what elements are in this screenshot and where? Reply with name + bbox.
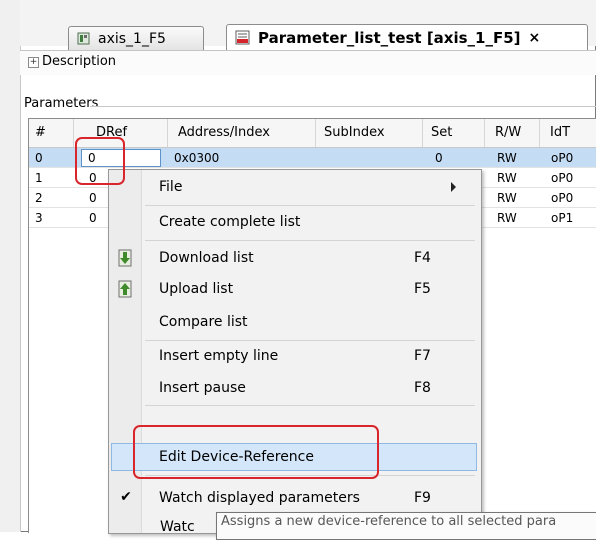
menu-item-shortcut: F4	[414, 250, 431, 266]
set-cell: 0	[435, 151, 443, 165]
menu-item-label: Download list	[159, 250, 254, 266]
row-number: 2	[35, 191, 43, 205]
row-number: 3	[35, 211, 43, 225]
annotation-highlight-menu-item	[133, 425, 379, 479]
rw-cell: RW	[497, 171, 517, 185]
dref-cell: 0	[89, 211, 97, 225]
address-cell: 0x0300	[174, 151, 220, 165]
close-icon[interactable]: ×	[529, 30, 541, 46]
menu-separator	[145, 340, 475, 341]
menu-item-label: File	[159, 179, 183, 195]
rw-cell: RW	[497, 191, 517, 205]
description-label: Description	[42, 54, 117, 69]
tab-bar: axis_1_F5 Parameter_list_test [axis_1_F5…	[20, 0, 596, 50]
description-row[interactable]: + Description	[20, 50, 596, 75]
tooltip: Assigns a new device-reference to all se…	[216, 512, 596, 540]
column-header-idt[interactable]: IdT	[540, 119, 596, 147]
menu-item-insert-empty-line[interactable]: Insert empty line F7	[111, 342, 477, 370]
menu-item-shortcut: F8	[414, 380, 431, 396]
menu-item-label: Compare list	[159, 314, 248, 330]
dref-cell: 0	[89, 191, 97, 205]
menu-separator	[145, 405, 475, 406]
menu-item-insert-pause[interactable]: Insert pause F8	[111, 374, 477, 402]
menu-separator	[145, 205, 475, 206]
menu-item-label: Watch displayed parameters	[159, 490, 360, 506]
menu-item-shortcut: F7	[414, 348, 431, 364]
rw-cell: RW	[497, 211, 517, 225]
menu-item-compare-list[interactable]: Compare list	[111, 308, 477, 336]
tab-parameter-list[interactable]: Parameter_list_test [axis_1_F5] ×	[226, 24, 588, 50]
idt-cell: oP1	[551, 211, 574, 225]
expand-icon[interactable]: +	[28, 57, 39, 68]
annotation-highlight-dref	[75, 137, 125, 185]
checkmark-icon: ✔	[120, 489, 132, 505]
menu-item-label: Create complete list	[159, 214, 301, 230]
menu-item-create-complete-list[interactable]: Create complete list	[111, 208, 477, 236]
menu-item-label: Insert empty line	[159, 348, 279, 364]
menu-item-file[interactable]: File	[111, 173, 477, 201]
column-header-subindex[interactable]: SubIndex	[316, 119, 423, 147]
group-divider	[90, 106, 596, 107]
tab-label: Parameter_list_test [axis_1_F5]	[258, 28, 521, 47]
kebab-list-icon	[235, 30, 250, 45]
column-header-number[interactable]: #	[29, 119, 74, 147]
row-number: 1	[35, 171, 43, 185]
menu-item-watch-displayed-parameters[interactable]: ✔ Watch displayed parameters F9	[111, 484, 477, 512]
column-header-rw[interactable]: R/W	[485, 119, 540, 147]
parameters-group-label: Parameters	[24, 96, 103, 111]
menu-item-download-list[interactable]: Download list F4	[111, 244, 477, 272]
row-number: 0	[35, 151, 43, 165]
submenu-arrow-icon	[451, 182, 456, 192]
menu-item-label: Upload list	[159, 281, 234, 297]
menu-item-shortcut: F5	[414, 281, 431, 297]
idt-cell: oP0	[551, 171, 574, 185]
download-arrow-icon	[118, 249, 132, 267]
rw-cell: RW	[497, 151, 517, 165]
upload-arrow-icon	[118, 280, 132, 298]
menu-item-watch-partial[interactable]: Watc	[160, 519, 195, 535]
menu-item-shortcut: F9	[414, 490, 431, 506]
idt-cell: oP0	[551, 191, 574, 205]
menu-item-upload-list[interactable]: Upload list F5	[111, 275, 477, 303]
menu-separator	[145, 240, 475, 241]
context-menu: File Create complete list Download list …	[108, 169, 482, 534]
tab-axis-1-f5[interactable]: axis_1_F5	[68, 26, 204, 50]
device-icon	[77, 32, 90, 45]
column-header-set[interactable]: Set	[423, 119, 485, 147]
menu-item-label: Insert pause	[159, 380, 246, 396]
idt-cell: oP0	[551, 151, 574, 165]
left-panel-strip	[0, 0, 21, 532]
column-header-address[interactable]: Address/Index	[168, 119, 316, 147]
tab-label: axis_1_F5	[98, 30, 166, 47]
